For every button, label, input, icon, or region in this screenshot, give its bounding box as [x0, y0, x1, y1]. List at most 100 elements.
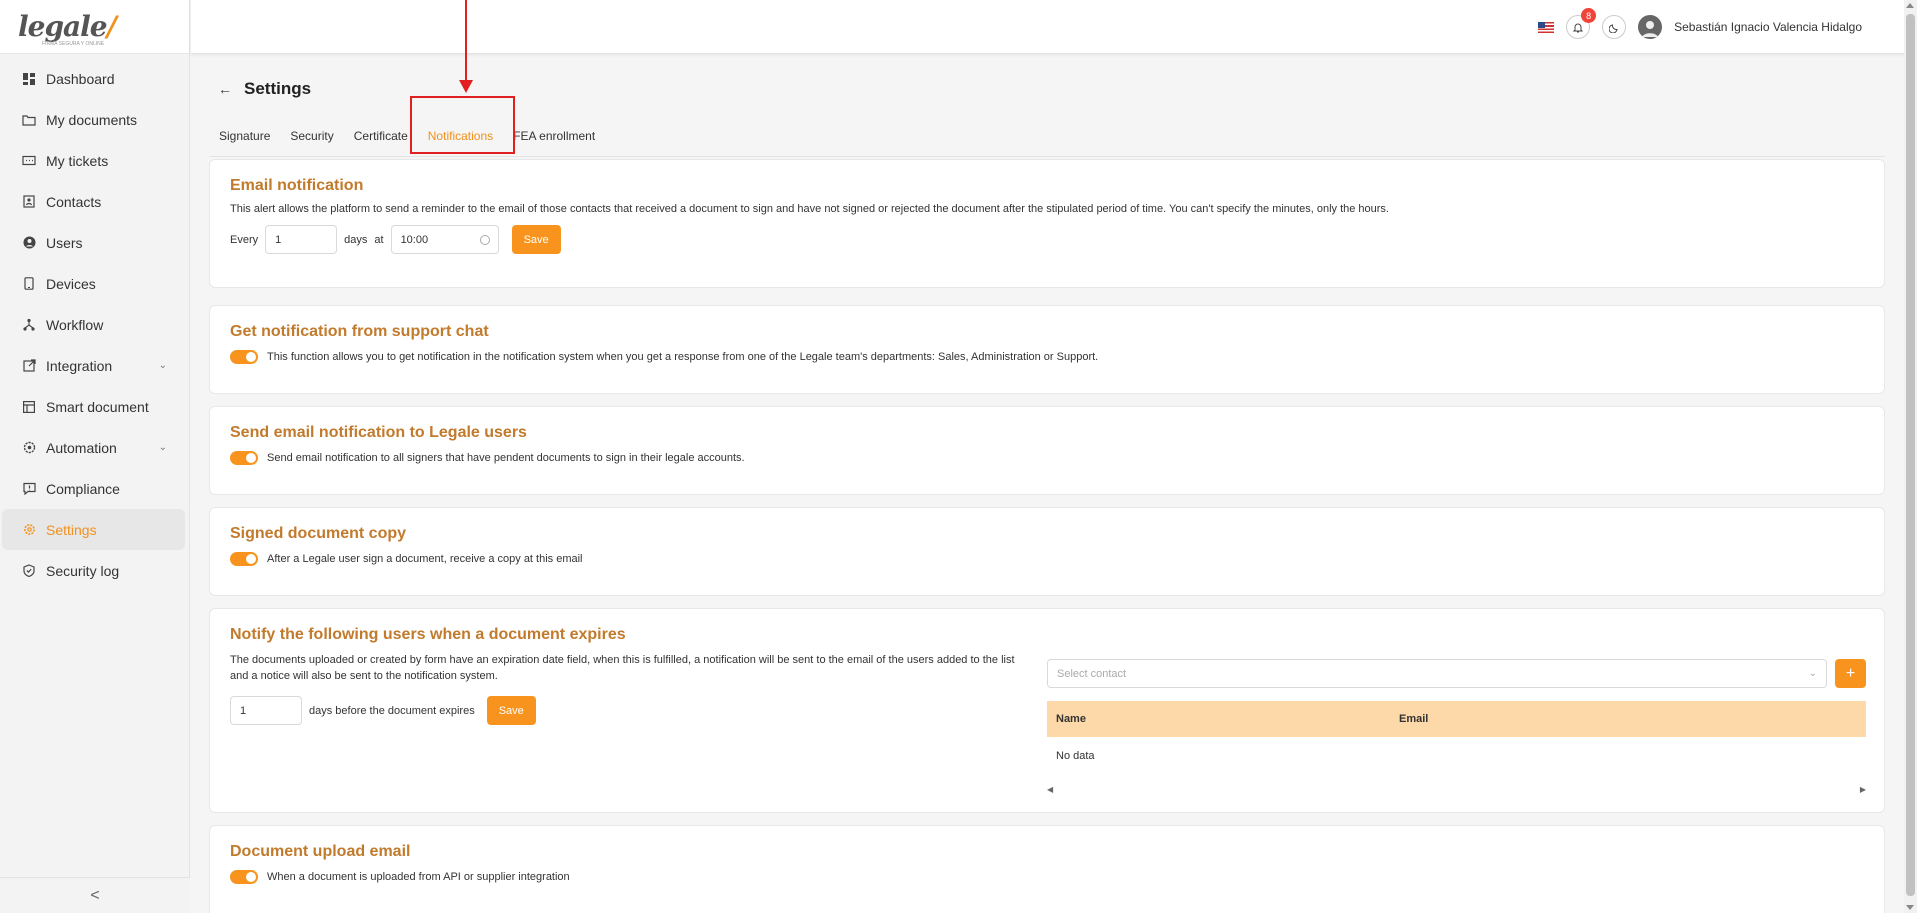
every-label: Every — [230, 233, 259, 246]
sidebar-item-users[interactable]: Users — [2, 222, 185, 263]
user-name[interactable]: Sebastián Ignacio Valencia Hidalgo — [1674, 20, 1862, 34]
tab-security[interactable]: Security — [280, 121, 343, 157]
annotation-arrow-line — [465, 0, 467, 82]
sidebar-item-label: Contacts — [46, 193, 102, 210]
expiry-save-button[interactable]: Save — [486, 696, 536, 725]
page-header: ← Settings — [218, 79, 311, 99]
sidebar-item-integration[interactable]: Integration ⌄ — [2, 345, 185, 386]
user-avatar-icon — [1642, 21, 1659, 37]
upload-email-toggle-row: When a document is uploaded from API or … — [230, 870, 1864, 884]
page-title: Settings — [244, 79, 312, 98]
topbar: 8 Sebastián Ignacio Valencia Hidalgo — [191, 0, 1904, 54]
expiry-notify-card: Notify the following users when a docume… — [209, 608, 1885, 813]
support-chat-title: Get notification from support chat — [230, 323, 489, 340]
topbar-actions: 8 Sebastián Ignacio Valencia Hidalgo — [1538, 8, 1862, 39]
sidebar-item-smart-document[interactable]: Smart document — [2, 386, 185, 427]
signed-copy-title: Signed document copy — [230, 525, 407, 542]
plus-icon: + — [1845, 664, 1856, 682]
scroll-down-icon[interactable] — [1906, 905, 1914, 910]
bell-icon — [1573, 23, 1584, 32]
theme-toggle-button[interactable] — [1602, 15, 1627, 39]
folder-icon — [22, 113, 36, 127]
support-chat-toggle[interactable] — [230, 350, 258, 364]
sidebar-item-my-tickets[interactable]: My tickets — [2, 140, 185, 181]
sidebar-nav: Dashboard My documents My tickets Contac… — [0, 54, 189, 591]
column-header-email: Email — [1399, 713, 1429, 725]
days-input[interactable]: 1 — [265, 225, 338, 254]
table-header: Name Email — [1047, 701, 1866, 737]
sidebar-item-dashboard[interactable]: Dashboard — [2, 58, 185, 99]
email-notification-title: Email notification — [230, 177, 364, 194]
chevron-down-icon: ⌄ — [1808, 668, 1817, 679]
sidebar-item-label: Settings — [46, 521, 97, 538]
compliance-icon — [22, 482, 36, 496]
tab-certificate[interactable]: Certificate — [344, 121, 418, 157]
email-notification-save-button[interactable]: Save — [511, 225, 561, 254]
sidebar-item-label: My documents — [46, 111, 138, 128]
expiry-notify-title: Notify the following users when a docume… — [230, 626, 626, 643]
scroll-thumb[interactable] — [1906, 14, 1915, 896]
legale-users-card: Send email notification to Legale users … — [209, 406, 1885, 495]
sidebar-item-settings[interactable]: Settings — [2, 509, 185, 550]
signed-copy-toggle-text: After a Legale user sign a document, rec… — [267, 553, 583, 565]
empty-state-text: No data — [1056, 750, 1095, 762]
upload-email-title: Document upload email — [230, 843, 411, 860]
sidebar-item-compliance[interactable]: Compliance — [2, 468, 185, 509]
sidebar-item-my-documents[interactable]: My documents — [2, 99, 185, 140]
signed-copy-toggle[interactable] — [230, 552, 258, 566]
back-arrow-icon[interactable]: ← — [218, 81, 232, 97]
tab-signature[interactable]: Signature — [209, 121, 280, 157]
logo[interactable]: legale/ — [18, 10, 171, 43]
at-label: at — [374, 233, 384, 246]
scroll-left-icon[interactable]: ◀ — [1047, 785, 1053, 794]
sidebar-item-label: Compliance — [46, 480, 120, 497]
support-chat-toggle-text: This function allows you to get notifica… — [267, 351, 1099, 363]
chevron-down-icon[interactable]: ⌄ — [159, 442, 167, 453]
device-icon — [22, 277, 36, 291]
us-flag-icon[interactable] — [1538, 21, 1555, 33]
shield-icon — [22, 564, 36, 578]
page-scrollbar[interactable] — [1904, 0, 1917, 913]
avatar[interactable] — [1638, 15, 1663, 39]
table-horizontal-scrollbar[interactable]: ◀ ▶ — [1047, 784, 1866, 794]
clock-icon — [479, 235, 490, 245]
upload-email-toggle[interactable] — [230, 870, 258, 884]
signed-copy-toggle-row: After a Legale user sign a document, rec… — [230, 552, 1864, 566]
sidebar-item-label: My tickets — [46, 152, 109, 169]
sidebar-item-workflow[interactable]: Workflow — [2, 304, 185, 345]
sidebar-item-label: Automation — [46, 439, 117, 456]
notification-badge: 8 — [1581, 8, 1597, 23]
legale-users-title: Send email notification to Legale users — [230, 424, 527, 441]
signed-copy-card: Signed document copy After a Legale user… — [209, 507, 1885, 596]
sidebar-item-label: Users — [46, 234, 83, 251]
tab-fea-enrollment[interactable]: FEA enrollment — [503, 121, 605, 157]
main-content: ← Settings Signature Security Certificat… — [191, 0, 1904, 913]
sidebar-item-devices[interactable]: Devices — [2, 263, 185, 304]
add-contact-button[interactable]: + — [1835, 659, 1866, 688]
legale-users-toggle-row: Send email notification to all signers t… — [230, 451, 1864, 465]
settings-icon — [22, 523, 36, 537]
sidebar-item-label: Workflow — [46, 316, 104, 333]
table-empty-row: No data — [1047, 737, 1866, 775]
expiry-notify-description: The documents uploaded or created by for… — [230, 654, 1015, 682]
sidebar-collapse-button[interactable]: < — [0, 877, 190, 913]
user-icon — [22, 236, 36, 250]
select-contact-dropdown[interactable]: Select contact ⌄ — [1047, 659, 1827, 688]
notifications-button[interactable]: 8 — [1566, 8, 1597, 39]
logo-area[interactable]: legale/ FIRMA SEGURA Y ONLINE — [0, 0, 189, 54]
scroll-right-icon[interactable]: ▶ — [1860, 785, 1866, 794]
sidebar-item-contacts[interactable]: Contacts — [2, 181, 185, 222]
scroll-up-icon[interactable] — [1906, 3, 1914, 8]
annotation-arrow-head — [459, 80, 473, 93]
annotation-highlight-box — [410, 96, 515, 154]
chevron-down-icon[interactable]: ⌄ — [159, 360, 167, 371]
expiry-days-input[interactable]: 1 — [230, 696, 302, 725]
email-notification-card: Email notification This alert allows the… — [209, 159, 1885, 288]
sidebar-item-automation[interactable]: Automation ⌄ — [2, 427, 185, 468]
time-input[interactable]: 10:00 — [390, 225, 499, 254]
sidebar-item-label: Integration — [46, 357, 113, 374]
column-header-name: Name — [1056, 713, 1086, 725]
legale-users-toggle[interactable] — [230, 451, 258, 465]
sidebar-item-security-log[interactable]: Security log — [2, 550, 185, 591]
legale-users-toggle-text: Send email notification to all signers t… — [267, 452, 745, 464]
